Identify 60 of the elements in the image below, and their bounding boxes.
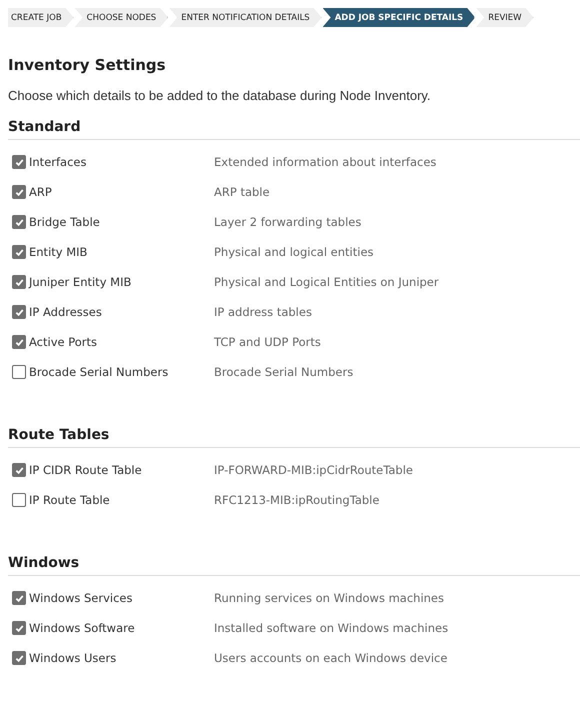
checkmark-icon xyxy=(14,278,24,286)
option-label: Active Ports xyxy=(29,335,98,349)
option-description: TCP and UDP Ports xyxy=(214,335,322,349)
option-label: Windows Users xyxy=(29,651,116,665)
checkmark-icon xyxy=(14,218,24,226)
option-description: ARP table xyxy=(214,185,271,199)
option-label: Brocade Serial Numbers xyxy=(29,365,168,379)
option-label: Juniper Entity MIB xyxy=(29,275,132,289)
checkbox[interactable] xyxy=(12,275,26,289)
page-title: Inventory Settings xyxy=(8,56,167,74)
option-label: IP Route Table xyxy=(29,493,110,507)
wizard-step[interactable]: ADD JOB SPECIFIC DETAILS xyxy=(322,8,476,27)
checkmark-icon xyxy=(14,594,24,602)
checkmark-icon xyxy=(14,624,24,632)
checkmark-icon xyxy=(14,308,24,316)
section-heading: Windows xyxy=(8,555,580,576)
option-label: ARP xyxy=(29,185,52,199)
checkmark-icon xyxy=(14,158,24,166)
option-description: Installed software on Windows machines xyxy=(214,621,450,635)
checkbox[interactable] xyxy=(12,621,26,635)
option-description: Running services on Windows machines xyxy=(214,591,445,605)
wizard-step[interactable]: CREATE JOB xyxy=(8,8,74,27)
checkbox[interactable] xyxy=(12,365,26,379)
option-description: IP-FORWARD-MIB:ipCidrRouteTable xyxy=(214,463,414,477)
option-label: Entity MIB xyxy=(29,245,88,259)
option-label: Interfaces xyxy=(29,155,86,169)
checkbox[interactable] xyxy=(12,185,26,199)
option-description: Physical and logical entities xyxy=(214,245,375,259)
option-label: IP CIDR Route Table xyxy=(29,463,142,477)
option-description: Layer 2 forwarding tables xyxy=(214,215,362,229)
checkbox[interactable] xyxy=(12,335,26,349)
wizard-step[interactable]: REVIEW xyxy=(476,8,534,27)
option-description: RFC1213-MIB:ipRoutingTable xyxy=(214,493,380,507)
checkmark-icon xyxy=(14,466,24,474)
checkmark-icon xyxy=(14,654,24,662)
option-label: Windows Software xyxy=(29,621,135,635)
checkbox[interactable] xyxy=(12,651,26,665)
option-description: Users accounts on each Windows device xyxy=(214,651,448,665)
page-description: Choose which details to be added to the database during Node Inventory. xyxy=(8,88,432,103)
checkbox[interactable] xyxy=(12,591,26,605)
checkbox[interactable] xyxy=(12,463,26,477)
checkmark-icon xyxy=(14,248,24,256)
option-label: Windows Services xyxy=(29,591,132,605)
checkbox[interactable] xyxy=(12,493,26,507)
checkbox[interactable] xyxy=(12,305,26,319)
wizard-step[interactable]: ENTER NOTIFICATION DETAILS xyxy=(169,8,322,27)
option-label: IP Addresses xyxy=(29,305,102,319)
checkbox[interactable] xyxy=(12,245,26,259)
section-heading: Route Tables xyxy=(8,427,580,448)
checkbox[interactable] xyxy=(12,215,26,229)
option-label: Bridge Table xyxy=(29,215,100,229)
checkbox[interactable] xyxy=(12,155,26,169)
section-heading: Standard xyxy=(8,119,580,140)
checkmark-icon xyxy=(14,338,24,346)
option-description: IP address tables xyxy=(214,305,313,319)
option-description: Physical and Logical Entities on Juniper xyxy=(214,275,440,289)
option-description: Extended information about interfaces xyxy=(214,155,438,169)
checkmark-icon xyxy=(14,188,24,196)
wizard-step[interactable]: CHOOSE NODES xyxy=(74,8,168,27)
option-description: Brocade Serial Numbers xyxy=(214,365,354,379)
